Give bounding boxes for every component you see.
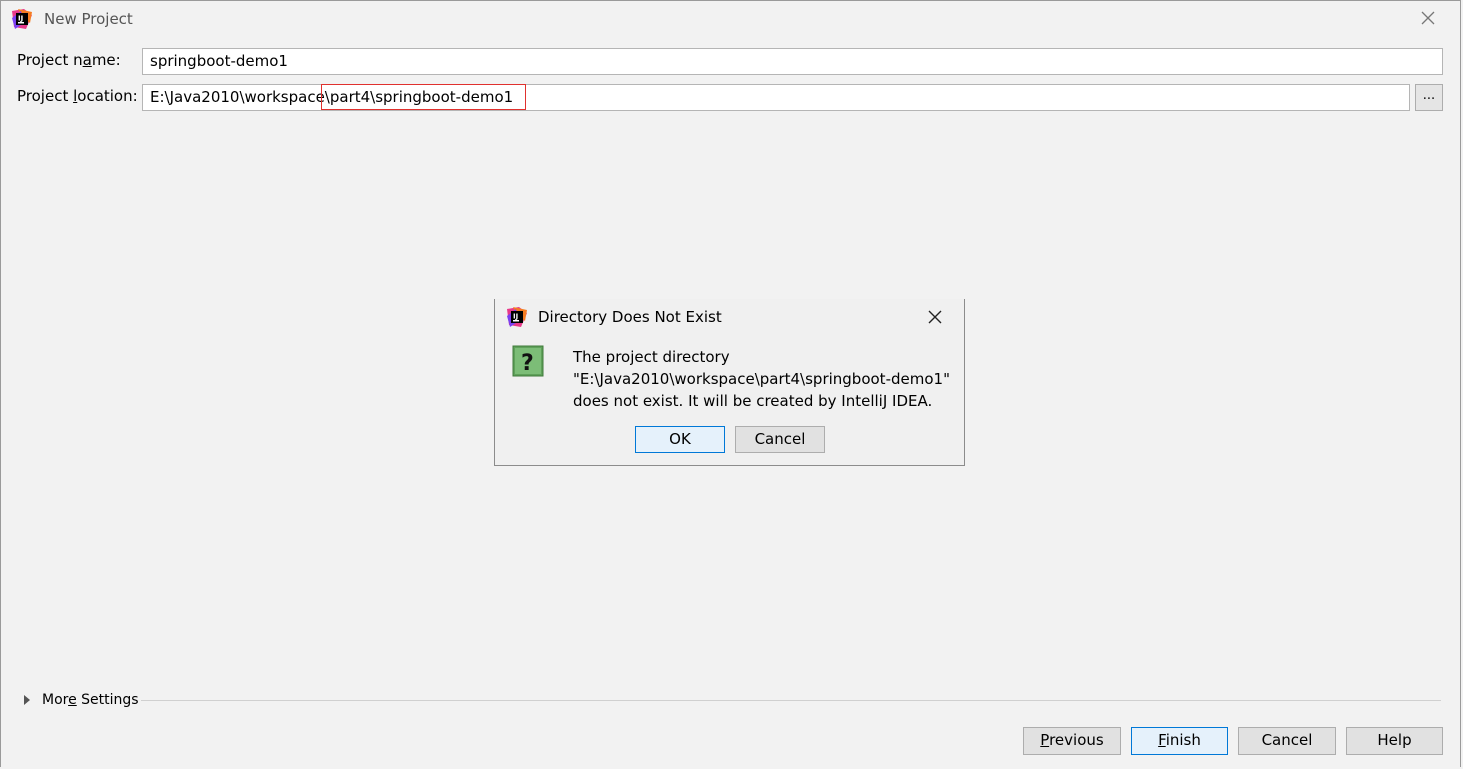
dialog-message-line3: does not exist. It will be created by In… bbox=[573, 392, 933, 410]
cancel-button[interactable]: Cancel bbox=[1238, 727, 1336, 755]
more-settings-separator bbox=[141, 700, 1441, 701]
expand-triangle-icon[interactable] bbox=[24, 695, 30, 705]
intellij-app-icon: IJ bbox=[12, 9, 32, 29]
previous-button[interactable]: Previous bbox=[1023, 727, 1121, 755]
ok-button[interactable]: OK bbox=[635, 426, 725, 453]
intellij-app-icon: IJ bbox=[507, 307, 527, 327]
finish-button[interactable]: Finish bbox=[1131, 727, 1228, 755]
help-button[interactable]: Help bbox=[1346, 727, 1443, 755]
svg-text:?: ? bbox=[521, 351, 534, 376]
project-name-label: Project name: bbox=[17, 51, 121, 69]
directory-not-exist-dialog: IJ Directory Does Not Exist ? The projec… bbox=[494, 299, 965, 466]
project-name-input[interactable]: springboot-demo1 bbox=[142, 48, 1443, 75]
window-title: New Project bbox=[44, 10, 133, 28]
close-icon[interactable] bbox=[1418, 8, 1438, 28]
dialog-title: Directory Does Not Exist bbox=[538, 308, 722, 326]
project-location-label: Project location: bbox=[17, 87, 138, 105]
question-icon: ? bbox=[511, 344, 545, 378]
dialog-message-line2: "E:\Java2010\workspace\part4\springboot-… bbox=[573, 370, 950, 388]
svg-text:IJ: IJ bbox=[513, 313, 518, 321]
annotation-highlight-box bbox=[321, 84, 526, 110]
close-icon[interactable] bbox=[926, 308, 944, 326]
browse-button[interactable]: ... bbox=[1415, 84, 1443, 111]
title-bar: IJ New Project bbox=[1, 1, 1460, 37]
svg-text:IJ: IJ bbox=[18, 15, 23, 23]
more-settings-toggle[interactable]: More Settings bbox=[42, 692, 139, 708]
dialog-cancel-button[interactable]: Cancel bbox=[735, 426, 825, 453]
dialog-message-line1: The project directory bbox=[573, 348, 730, 366]
